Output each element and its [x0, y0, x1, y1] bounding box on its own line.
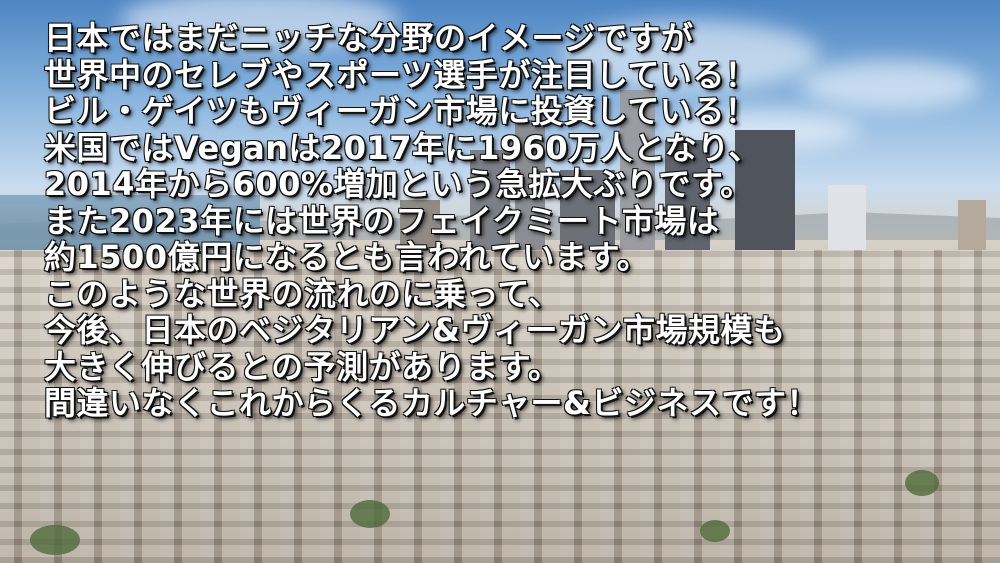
overlay-message: 日本ではまだニッチな分野のイメージですが 世界中のセレブやスポーツ選手が注目して…: [44, 20, 980, 422]
message-line: 世界中のセレブやスポーツ選手が注目している！: [44, 55, 758, 94]
message-line: また2023年には世界のフェイクミート市場は: [44, 201, 720, 240]
message-line: 米国ではVeganは2017年に1960万人となり、: [44, 128, 761, 167]
message-line: 大きく伸びるとの予測があります。: [44, 347, 561, 386]
message-line: 2014年から600%増加という急拡大ぶりです。: [44, 165, 753, 203]
message-line: 今後、日本のベジタリアン&ヴィーガン市場規模も: [44, 311, 786, 349]
message-line: 間違いなくこれからくるカルチャー&ビジネスです！: [44, 384, 819, 422]
message-line: ビル・ゲイツもヴィーガン市場に投資している！: [44, 92, 758, 130]
message-line: 約1500億円になるとも言われています。: [44, 238, 650, 276]
message-line: このような世界の流れのに乗って、: [44, 274, 561, 313]
message-line: 日本ではまだニッチな分野のイメージですが: [44, 19, 694, 57]
